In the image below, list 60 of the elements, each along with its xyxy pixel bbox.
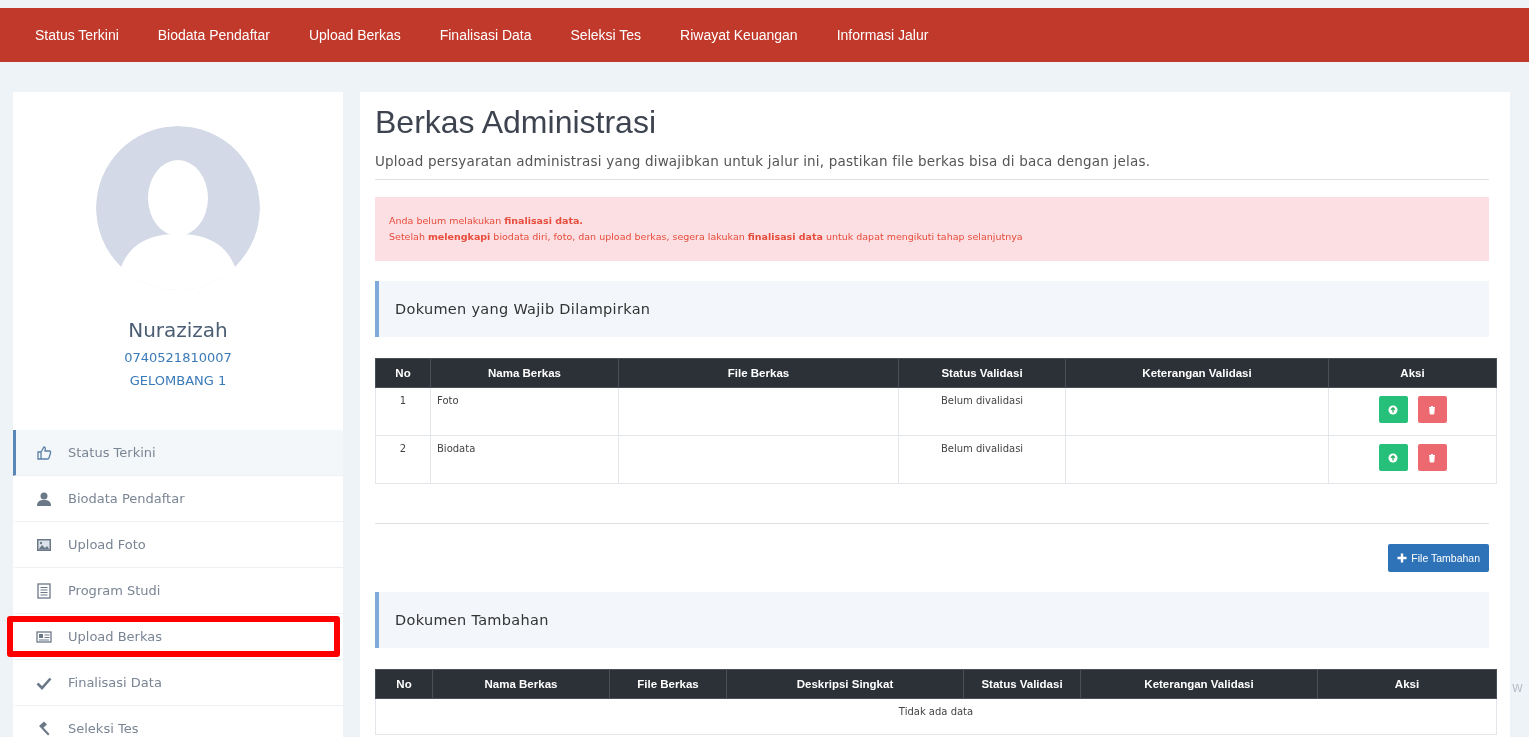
page-title: Berkas Administrasi <box>375 104 657 141</box>
column-header: Nama Berkas <box>430 358 619 388</box>
alert-text: Anda belum melakukan finalisasi data. <box>389 214 584 228</box>
nav-link[interactable]: Seleksi Tes <box>570 27 642 43</box>
column-header: Aksi <box>1317 669 1497 699</box>
alert-text: Setelah melengkapi biodata diri, foto, dan upload berkas, segera lakukan finalisasi data untuk dapat mengikuti tahap selanjutnya <box>389 230 1024 244</box>
table-cell: 2 <box>375 435 431 484</box>
sidebar-item[interactable]: Biodata Pendaftar <box>13 476 343 522</box>
edge-text: W <box>1512 682 1523 695</box>
table-cell: Foto <box>430 387 619 436</box>
profile-name: Nurazizah <box>128 318 228 342</box>
id-card-icon <box>36 628 52 645</box>
sidebar-item[interactable]: Program Studi <box>13 568 343 614</box>
column-header: Nama Berkas <box>432 669 610 699</box>
delete-button[interactable] <box>1417 444 1447 471</box>
sidebar-item[interactable]: Upload Foto <box>13 522 343 568</box>
nav-link[interactable]: Biodata Pendaftar <box>157 27 270 43</box>
add-file-button[interactable]: File Tambahan <box>1388 544 1489 572</box>
thumbs-up-icon <box>36 444 52 461</box>
upload-button[interactable] <box>1378 444 1408 471</box>
nav-link[interactable]: Riwayat Keuangan <box>680 27 798 43</box>
avatar-icon <box>96 126 260 290</box>
registration-number: 0740521810007 <box>124 350 232 365</box>
upload-icon <box>1388 452 1398 463</box>
table-cell: Biodata <box>430 435 619 484</box>
column-header: No <box>375 669 433 699</box>
nav-link[interactable]: Finalisasi Data <box>439 27 532 43</box>
upload-button[interactable] <box>1378 396 1408 423</box>
sidebar-item[interactable]: Status Terkini <box>13 430 343 476</box>
trash-icon <box>1427 404 1437 415</box>
column-header: File Berkas <box>618 358 899 388</box>
sidebar-item[interactable]: Seleksi Tes <box>13 706 343 737</box>
delete-button[interactable] <box>1417 396 1447 423</box>
column-header: Keterangan Validasi <box>1080 669 1318 699</box>
table-cell: Belum divalidasi <box>898 387 1066 436</box>
upload-icon <box>1388 404 1398 415</box>
empty-table-message: Tidak ada data <box>375 698 1497 735</box>
nav-link[interactable]: Upload Berkas <box>308 27 401 43</box>
section-title: Dokumen yang Wajib Dilampirkan <box>395 301 651 317</box>
nav-link[interactable]: Informasi Jalur <box>836 27 929 43</box>
column-header: Aksi <box>1328 358 1497 388</box>
column-header: File Berkas <box>609 669 727 699</box>
page-subtitle: Upload persyaratan administrasi yang diwajibkan untuk jalur ini, pastikan file berkas bisa di baca dengan jelas. <box>375 153 1489 180</box>
table-cell: Belum divalidasi <box>898 435 1066 484</box>
column-header: Status Validasi <box>963 669 1081 699</box>
nav-link[interactable]: Status Terkini <box>35 27 119 43</box>
list-icon <box>36 582 52 599</box>
sidebar-item[interactable]: Upload Berkas <box>13 614 343 660</box>
plus-icon <box>1397 553 1408 563</box>
user-icon <box>36 490 52 507</box>
column-header: Keterangan Validasi <box>1065 358 1329 388</box>
column-header: No <box>375 358 431 388</box>
table-cell: 1 <box>375 387 431 436</box>
sidebar-item[interactable]: Finalisasi Data <box>13 660 343 706</box>
column-header: Status Validasi <box>898 358 1066 388</box>
image-icon <box>36 536 52 553</box>
trash-icon <box>1427 452 1437 463</box>
wave-label: GELOMBANG 1 <box>129 373 227 388</box>
column-header: Deskripsi Singkat <box>726 669 964 699</box>
section-title: Dokumen Tambahan <box>395 612 549 628</box>
